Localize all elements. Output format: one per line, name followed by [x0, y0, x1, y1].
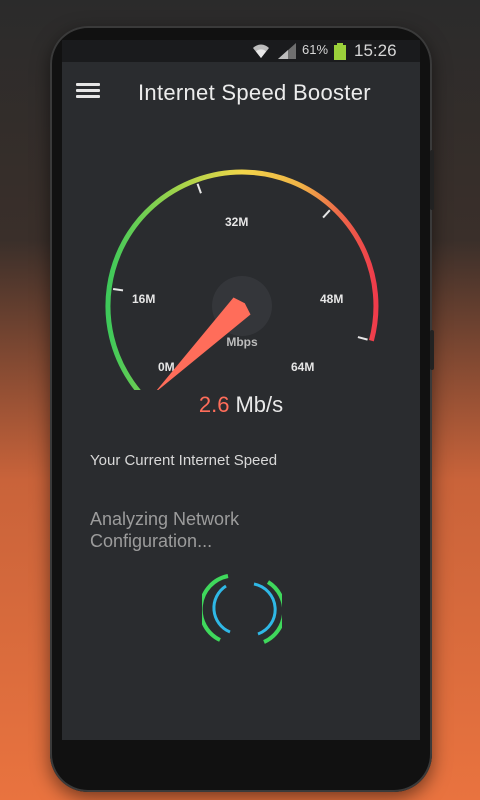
wifi-icon: [252, 43, 270, 62]
analyzing-label: Analyzing Network Configuration...: [90, 509, 240, 551]
gauge-tick-mark: [112, 288, 124, 292]
tick-label-16: 16M: [132, 292, 155, 306]
current-speed-label: Your Current Internet Speed: [90, 452, 278, 469]
speed-unit: Mb/s: [235, 392, 284, 417]
gauge-tick-mark: [322, 209, 331, 219]
battery-percent: 61%: [302, 42, 329, 57]
app-title: Internet Speed Booster: [138, 80, 371, 105]
battery-icon: [334, 43, 346, 63]
speed-value: 2.6: [198, 392, 230, 417]
clock: 15:26: [354, 41, 397, 60]
gauge-tick-mark: [196, 183, 202, 194]
app-bar: Internet Speed Booster: [62, 62, 420, 130]
tick-label-48: 48M: [320, 292, 343, 306]
volume-button: [430, 150, 434, 210]
status-bar: 61% 15:26: [62, 40, 420, 62]
menu-icon[interactable]: [76, 80, 100, 100]
app-screen: 61% 15:26 Internet Speed Booster 0M 16M …: [62, 40, 420, 740]
power-button: [430, 330, 434, 370]
speed-readout: 2.6 Mb/s: [62, 392, 420, 418]
tick-label-64: 64M: [291, 360, 314, 374]
spinner-icon: [202, 574, 282, 644]
tick-label-32: 32M: [225, 215, 248, 229]
speedometer-gauge: 0M 16M 32M 48M 64M Mbps: [105, 169, 379, 390]
gauge-unit: Mbps: [226, 335, 258, 349]
gauge-tick-mark: [357, 336, 368, 341]
signal-icon: [276, 43, 296, 62]
